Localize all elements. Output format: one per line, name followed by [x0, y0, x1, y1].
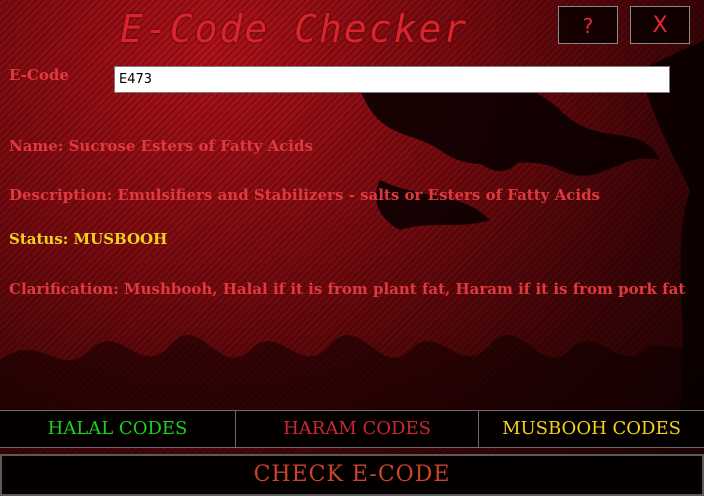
result-status: Status: MUSBOOH [9, 230, 168, 248]
ecode-input[interactable] [114, 66, 670, 93]
help-button[interactable]: ? [558, 6, 618, 44]
musbooh-codes-button[interactable]: MUSBOOH CODES [479, 411, 704, 447]
result-name: Name: Sucrose Esters of Fatty Acids [9, 137, 313, 155]
ecode-label: E-Code [9, 66, 69, 84]
app-title: E-Code Checker [120, 7, 469, 51]
result-clarification: Clarification: Mushbooh, Halal if it is … [9, 280, 686, 298]
close-button[interactable]: X [630, 6, 690, 44]
haram-codes-button[interactable]: HARAM CODES [236, 411, 479, 447]
result-description: Description: Emulsifiers and Stabilizers… [9, 186, 600, 204]
check-ecode-button[interactable]: CHECK E-CODE [0, 454, 704, 496]
halal-codes-button[interactable]: HALAL CODES [0, 411, 236, 447]
code-list-buttons: HALAL CODES HARAM CODES MUSBOOH CODES [0, 410, 704, 448]
